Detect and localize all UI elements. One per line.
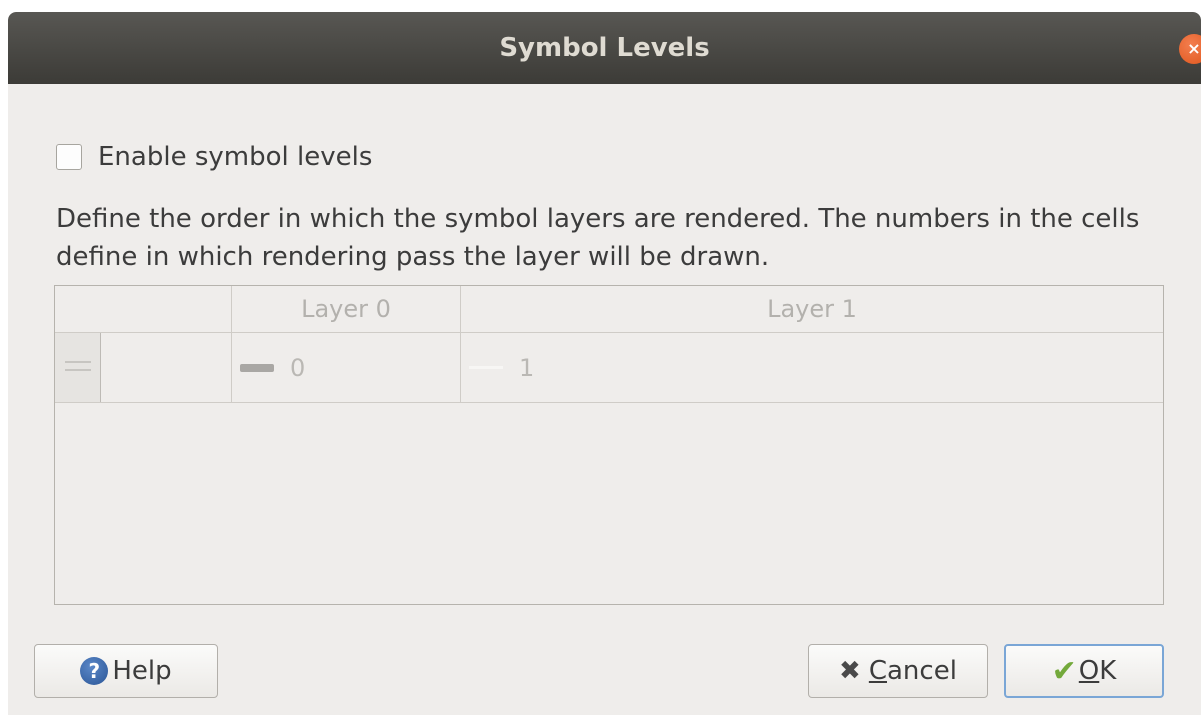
ok-button-label: OK (1079, 656, 1117, 686)
cancel-mnemonic: C (868, 656, 887, 686)
ok-label-rest: K (1099, 656, 1117, 686)
title-bar[interactable]: Symbol Levels × (8, 12, 1201, 84)
dialog-title: Symbol Levels (499, 33, 710, 63)
symbol-levels-dialog: Symbol Levels × Enable symbol levels Def… (8, 12, 1201, 715)
row-header[interactable] (55, 333, 101, 402)
ok-button[interactable]: ✔ OK (1004, 644, 1164, 698)
table-header: Layer 0 Layer 1 (55, 286, 1163, 333)
cancel-button[interactable]: ✖ Cancel (808, 644, 988, 698)
column-header-layer-1[interactable]: Layer 1 (461, 286, 1163, 332)
dark-line-swatch-icon (240, 363, 274, 372)
row-symbol-cell (101, 333, 232, 402)
column-header-layer-0[interactable]: Layer 0 (232, 286, 461, 332)
help-button-label: Help (112, 656, 172, 686)
checkbox-label[interactable]: Enable symbol levels (98, 142, 372, 172)
cancel-button-label: Cancel (869, 656, 957, 686)
layer-1-pass: 1 (519, 353, 535, 382)
close-icon[interactable]: × (1179, 34, 1201, 64)
header-corner (55, 286, 232, 332)
layer-1-cell[interactable]: 1 (461, 333, 1163, 402)
layer-0-cell[interactable]: 0 (232, 333, 461, 402)
drag-handle-icon (65, 361, 91, 371)
checkmark-icon: ✔ (1051, 653, 1077, 689)
enable-symbol-levels-checkbox[interactable] (56, 144, 82, 170)
cancel-icon: ✖ (839, 656, 861, 686)
help-icon: ? (80, 657, 109, 685)
help-button[interactable]: ? Help (34, 644, 218, 698)
enable-symbol-levels-row[interactable]: Enable symbol levels (56, 140, 372, 174)
layer-0-pass: 0 (290, 353, 306, 382)
cancel-label-rest: ancel (887, 656, 957, 686)
description-text: Define the order in which the symbol lay… (56, 204, 1140, 272)
light-line-swatch-icon (469, 366, 503, 369)
table-row[interactable]: 0 1 (55, 333, 1163, 403)
ok-mnemonic: O (1078, 656, 1100, 686)
symbol-levels-table: Layer 0 Layer 1 0 1 (54, 285, 1164, 605)
